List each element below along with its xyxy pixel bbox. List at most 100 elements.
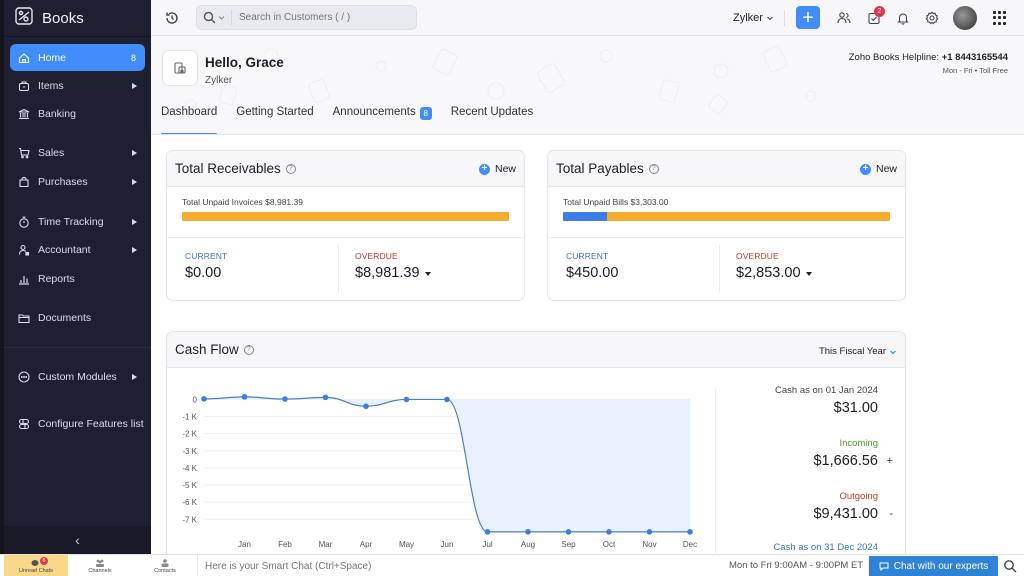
tab-recent-updates[interactable]: Recent Updates (451, 106, 533, 134)
sidebar-item-label: Sales (38, 146, 65, 159)
tab-announcements[interactable]: Announcements 8 (333, 106, 432, 134)
data-point (241, 394, 248, 400)
new-bill-button[interactable]: + New (859, 163, 897, 175)
plus-icon: + (802, 6, 814, 29)
search-icon[interactable] (1003, 559, 1017, 573)
card-header: Total Receivables ? + New (167, 151, 524, 187)
data-point (646, 529, 653, 535)
submenu-arrow-icon (132, 246, 137, 253)
help-icon[interactable]: ? (243, 344, 254, 355)
search-scope-dropdown[interactable] (197, 10, 232, 25)
help-icon[interactable]: ? (648, 163, 659, 174)
channels-tab[interactable]: Channels (68, 555, 132, 576)
home-count-badge: 8 (130, 52, 136, 63)
user-avatar[interactable] (953, 6, 977, 30)
gear-icon[interactable] (924, 10, 940, 26)
configure-features-button[interactable]: Configure Features list (10, 410, 145, 437)
bag-icon (18, 80, 30, 92)
submenu-arrow-icon (132, 218, 137, 225)
bell-icon[interactable] (895, 10, 911, 26)
chat-with-experts-button[interactable]: Chat with our experts (869, 556, 998, 576)
new-label: New (875, 163, 897, 175)
plus-circle-icon: + (859, 163, 871, 175)
sidebar-item-accountant[interactable]: Accountant (10, 236, 145, 263)
card-title: Total Receivables (175, 161, 281, 176)
sidebar-item-home[interactable]: Home 8 (10, 44, 145, 71)
unpaid-bills-label: Total Unpaid Bills $3,303.00 (563, 197, 669, 207)
help-icon[interactable]: ? (285, 163, 296, 174)
y-tick-label: -5 K (182, 481, 197, 490)
contacts-tab[interactable]: Contacts (133, 555, 197, 576)
current-amount[interactable]: $450.00 (566, 265, 618, 281)
incoming-label: Incoming (839, 438, 878, 449)
data-point (525, 529, 531, 535)
unread-chats-tab[interactable]: Unread Chats 6 (4, 555, 68, 576)
brand[interactable]: Books (14, 6, 84, 31)
sidebar-item-label: Accountant (38, 243, 91, 256)
new-label: New (494, 163, 516, 175)
x-tick-label: Jan (238, 540, 251, 549)
period-dropdown[interactable]: This Fiscal Year (819, 346, 897, 357)
data-point (403, 396, 410, 403)
sidebar-item-purchases[interactable]: Purchases (10, 168, 145, 195)
y-tick-label: -7 K (182, 515, 197, 524)
topbar: Zylker + 2 (151, 0, 1024, 36)
quick-create-button[interactable]: + (796, 6, 820, 29)
sidebar-item-banking[interactable]: Banking (10, 100, 145, 127)
collapse-sidebar-button[interactable]: ‹ (4, 526, 151, 554)
submenu-arrow-icon (132, 82, 137, 89)
x-tick-label: Dec (683, 540, 697, 549)
divider (715, 389, 716, 554)
opening-label: Cash as on 01 Jan 2024 (775, 385, 878, 396)
helpline-hours: Mon - Fri • Toll Free (942, 66, 1008, 75)
divider (784, 10, 785, 26)
overdue-amount[interactable]: $2,853.00 (736, 265, 812, 281)
x-tick-label: Feb (278, 540, 292, 549)
data-point (363, 403, 369, 410)
current-value: $0.00 (185, 265, 222, 281)
overdue-label: OVERDUE (355, 251, 398, 261)
smart-chat-input[interactable] (197, 555, 717, 576)
data-point (201, 396, 207, 402)
sidebar-item-documents[interactable]: Documents (10, 304, 145, 331)
unread-badge: 6 (40, 557, 48, 565)
books-logo-icon (14, 6, 34, 31)
current-portion (563, 212, 608, 221)
sidebar-item-time-tracking[interactable]: Time Tracking (10, 208, 145, 235)
organization-logo[interactable] (162, 50, 198, 86)
dots-circle-icon (18, 370, 30, 383)
announcements-badge: 8 (419, 107, 432, 120)
accountant-icon (18, 244, 30, 256)
sidebar-item-custom-modules[interactable]: Custom Modules (10, 363, 145, 390)
search-input[interactable] (232, 12, 402, 23)
recent-activity-icon[interactable] (164, 10, 180, 26)
x-tick-label: Apr (360, 540, 373, 549)
new-invoice-button[interactable]: + New (478, 163, 516, 175)
tab-dashboard[interactable]: Dashboard (161, 106, 218, 134)
closing-label: Cash as on 31 Dec 2024 (773, 542, 878, 553)
data-point (687, 529, 693, 535)
users-icon[interactable] (836, 10, 852, 26)
x-tick-label: Jul (482, 540, 492, 549)
organization-switcher[interactable]: Zylker (733, 12, 774, 24)
caret-down-icon[interactable] (424, 272, 431, 276)
sidebar-item-sales[interactable]: Sales (10, 139, 145, 166)
tab-getting-started[interactable]: Getting Started (236, 106, 313, 134)
shopping-bag-icon (18, 176, 30, 188)
app-launcher-icon[interactable] (993, 11, 1007, 25)
caret-down-icon[interactable] (805, 272, 812, 276)
overdue-amount[interactable]: $8,981.39 (355, 265, 431, 281)
cash-flow-card: Cash Flow ? This Fiscal Year 0 -1 K -2 K -3… (166, 331, 906, 554)
button-label: Chat with our experts (893, 560, 989, 572)
closing-balance: Cash as on 31 Dec 2024 (773, 542, 878, 553)
submenu-arrow-icon (132, 149, 137, 156)
plus-sign: + (886, 455, 893, 467)
tasks-badge: 2 (874, 6, 885, 17)
receivables-progress-bar[interactable] (182, 212, 509, 221)
outgoing-total: Outgoing $9,431.00 - (813, 491, 893, 522)
opening-balance: Cash as on 01 Jan 2024 $31.00 (775, 385, 878, 416)
sidebar-item-items[interactable]: Items (10, 72, 145, 99)
payables-progress-bar[interactable] (563, 212, 890, 221)
sidebar-item-reports[interactable]: Reports (10, 265, 145, 292)
current-amount[interactable]: $0.00 (185, 265, 221, 281)
